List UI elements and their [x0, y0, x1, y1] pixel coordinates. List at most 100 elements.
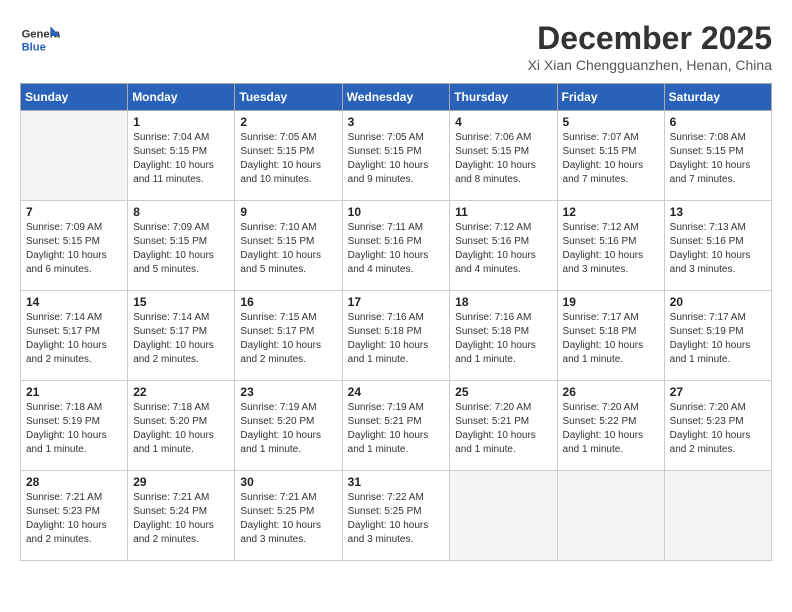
- calendar-cell: 24 Sunrise: 7:19 AMSunset: 5:21 PMDayligh…: [342, 381, 450, 471]
- day-number: 12: [563, 205, 659, 219]
- day-number: 26: [563, 385, 659, 399]
- day-info: Sunrise: 7:10 AMSunset: 5:15 PMDaylight:…: [240, 221, 336, 277]
- calendar-cell: [21, 111, 128, 201]
- day-info: Sunrise: 7:18 AMSunset: 5:19 PMDaylight:…: [26, 401, 122, 457]
- day-number: 27: [670, 385, 766, 399]
- day-info: Sunrise: 7:12 AMSunset: 5:16 PMDaylight:…: [563, 221, 659, 277]
- day-number: 9: [240, 205, 336, 219]
- month-title: December 2025: [528, 20, 772, 57]
- day-info: Sunrise: 7:09 AMSunset: 5:15 PMDaylight:…: [133, 221, 229, 277]
- day-number: 1: [133, 115, 229, 129]
- day-info: Sunrise: 7:07 AMSunset: 5:15 PMDaylight:…: [563, 131, 659, 187]
- day-info: Sunrise: 7:12 AMSunset: 5:16 PMDaylight:…: [455, 221, 551, 277]
- calendar-cell: 23Sunrise: 7:19 AMSunset: 5:20 PMDayligh…: [235, 381, 342, 471]
- col-header-tuesday: Tuesday: [235, 84, 342, 111]
- day-number: 20: [670, 295, 766, 309]
- calendar-cell: 18 Sunrise: 7:16 AMSunset: 5:18 PMDayligh…: [450, 291, 557, 381]
- week-row-5: 28 Sunrise: 7:21 AMSunset: 5:23 PMDayligh…: [21, 471, 772, 561]
- day-number: 24: [348, 385, 445, 399]
- svg-text:Blue: Blue: [22, 41, 46, 53]
- day-info: Sunrise: 7:19 AMSunset: 5:21 PMDaylight:…: [348, 401, 445, 457]
- day-number: 7: [26, 205, 122, 219]
- col-header-thursday: Thursday: [450, 84, 557, 111]
- day-info: Sunrise: 7:13 AMSunset: 5:16 PMDaylight:…: [670, 221, 766, 277]
- day-number: 8: [133, 205, 229, 219]
- day-number: 14: [26, 295, 122, 309]
- col-header-friday: Friday: [557, 84, 664, 111]
- calendar-cell: 19Sunrise: 7:17 AMSunset: 5:18 PMDayligh…: [557, 291, 664, 381]
- day-info: Sunrise: 7:21 AMSunset: 5:23 PMDaylight:…: [26, 491, 122, 547]
- day-number: 30: [240, 475, 336, 489]
- calendar-cell: 22Sunrise: 7:18 AMSunset: 5:20 PMDayligh…: [128, 381, 235, 471]
- calendar-cell: 13Sunrise: 7:13 AMSunset: 5:16 PMDayligh…: [664, 201, 771, 291]
- page-header: General Blue General Blue December 2025 …: [20, 20, 772, 73]
- calendar-cell: 7 Sunrise: 7:09 AMSunset: 5:15 PMDaylight…: [21, 201, 128, 291]
- col-header-wednesday: Wednesday: [342, 84, 450, 111]
- calendar-cell: [664, 471, 771, 561]
- day-number: 28: [26, 475, 122, 489]
- calendar-cell: 25 Sunrise: 7:20 AMSunset: 5:21 PMDayligh…: [450, 381, 557, 471]
- day-of-week-header: SundayMondayTuesdayWednesdayThursdayFrid…: [21, 84, 772, 111]
- calendar-cell: 6Sunrise: 7:08 AMSunset: 5:15 PMDaylight…: [664, 111, 771, 201]
- day-info: Sunrise: 7:20 AMSunset: 5:23 PMDaylight:…: [670, 401, 766, 457]
- calendar-cell: 12 Sunrise: 7:12 AMSunset: 5:16 PMDayligh…: [557, 201, 664, 291]
- calendar-cell: 10 Sunrise: 7:11 AMSunset: 5:16 PMDayligh…: [342, 201, 450, 291]
- day-number: 10: [348, 205, 445, 219]
- day-info: Sunrise: 7:22 AMSunset: 5:25 PMDaylight:…: [348, 491, 445, 547]
- day-number: 18: [455, 295, 551, 309]
- day-info: Sunrise: 7:20 AMSunset: 5:21 PMDaylight:…: [455, 401, 551, 457]
- day-number: 23: [240, 385, 336, 399]
- logo: General Blue General Blue: [20, 20, 66, 60]
- day-number: 25: [455, 385, 551, 399]
- day-info: Sunrise: 7:17 AMSunset: 5:19 PMDaylight:…: [670, 311, 766, 367]
- calendar-cell: 5 Sunrise: 7:07 AMSunset: 5:15 PMDaylight…: [557, 111, 664, 201]
- week-row-3: 14 Sunrise: 7:14 AMSunset: 5:17 PMDayligh…: [21, 291, 772, 381]
- calendar-cell: 4 Sunrise: 7:06 AMSunset: 5:15 PMDaylight…: [450, 111, 557, 201]
- calendar-cell: 1 Sunrise: 7:04 AMSunset: 5:15 PMDaylight…: [128, 111, 235, 201]
- day-number: 15: [133, 295, 229, 309]
- calendar-cell: [450, 471, 557, 561]
- logo-icon: General Blue: [20, 20, 60, 60]
- calendar-cell: 14Sunrise: 7:14 AMSunset: 5:17 PMDayligh…: [21, 291, 128, 381]
- day-info: Sunrise: 7:11 AMSunset: 5:16 PMDaylight:…: [348, 221, 445, 277]
- calendar-cell: 9 Sunrise: 7:10 AMSunset: 5:15 PMDaylight…: [235, 201, 342, 291]
- day-info: Sunrise: 7:14 AMSunset: 5:17 PMDaylight:…: [133, 311, 229, 367]
- col-header-sunday: Sunday: [21, 84, 128, 111]
- day-info: Sunrise: 7:21 AMSunset: 5:25 PMDaylight:…: [240, 491, 336, 547]
- day-info: Sunrise: 7:15 AMSunset: 5:17 PMDaylight:…: [240, 311, 336, 367]
- day-info: Sunrise: 7:05 AMSunset: 5:15 PMDaylight:…: [240, 131, 336, 187]
- calendar-cell: [557, 471, 664, 561]
- calendar-cell: 3Sunrise: 7:05 AMSunset: 5:15 PMDaylight…: [342, 111, 450, 201]
- day-info: Sunrise: 7:21 AMSunset: 5:24 PMDaylight:…: [133, 491, 229, 547]
- day-info: Sunrise: 7:09 AMSunset: 5:15 PMDaylight:…: [26, 221, 122, 277]
- calendar-cell: 16 Sunrise: 7:15 AMSunset: 5:17 PMDayligh…: [235, 291, 342, 381]
- calendar-cell: 31 Sunrise: 7:22 AMSunset: 5:25 PMDayligh…: [342, 471, 450, 561]
- day-number: 2: [240, 115, 336, 129]
- calendar-cell: 17 Sunrise: 7:16 AMSunset: 5:18 PMDayligh…: [342, 291, 450, 381]
- day-number: 29: [133, 475, 229, 489]
- day-info: Sunrise: 7:04 AMSunset: 5:15 PMDaylight:…: [133, 131, 229, 187]
- calendar-cell: 20 Sunrise: 7:17 AMSunset: 5:19 PMDayligh…: [664, 291, 771, 381]
- day-info: Sunrise: 7:06 AMSunset: 5:15 PMDaylight:…: [455, 131, 551, 187]
- calendar-cell: 28 Sunrise: 7:21 AMSunset: 5:23 PMDayligh…: [21, 471, 128, 561]
- calendar-cell: 2 Sunrise: 7:05 AMSunset: 5:15 PMDaylight…: [235, 111, 342, 201]
- day-number: 4: [455, 115, 551, 129]
- calendar-cell: 11 Sunrise: 7:12 AMSunset: 5:16 PMDayligh…: [450, 201, 557, 291]
- day-number: 17: [348, 295, 445, 309]
- calendar-cell: 15 Sunrise: 7:14 AMSunset: 5:17 PMDayligh…: [128, 291, 235, 381]
- title-block: December 2025 Xi Xian Chengguanzhen, Hen…: [528, 20, 772, 73]
- day-info: Sunrise: 7:05 AMSunset: 5:15 PMDaylight:…: [348, 131, 445, 187]
- day-number: 16: [240, 295, 336, 309]
- day-info: Sunrise: 7:16 AMSunset: 5:18 PMDaylight:…: [455, 311, 551, 367]
- day-number: 11: [455, 205, 551, 219]
- calendar-cell: 21 Sunrise: 7:18 AMSunset: 5:19 PMDayligh…: [21, 381, 128, 471]
- day-number: 5: [563, 115, 659, 129]
- day-number: 31: [348, 475, 445, 489]
- day-info: Sunrise: 7:08 AMSunset: 5:15 PMDaylight:…: [670, 131, 766, 187]
- day-number: 21: [26, 385, 122, 399]
- day-info: Sunrise: 7:16 AMSunset: 5:18 PMDaylight:…: [348, 311, 445, 367]
- day-info: Sunrise: 7:17 AMSunset: 5:18 PMDaylight:…: [563, 311, 659, 367]
- week-row-1: 1 Sunrise: 7:04 AMSunset: 5:15 PMDaylight…: [21, 111, 772, 201]
- week-row-2: 7 Sunrise: 7:09 AMSunset: 5:15 PMDaylight…: [21, 201, 772, 291]
- calendar: SundayMondayTuesdayWednesdayThursdayFrid…: [20, 83, 772, 561]
